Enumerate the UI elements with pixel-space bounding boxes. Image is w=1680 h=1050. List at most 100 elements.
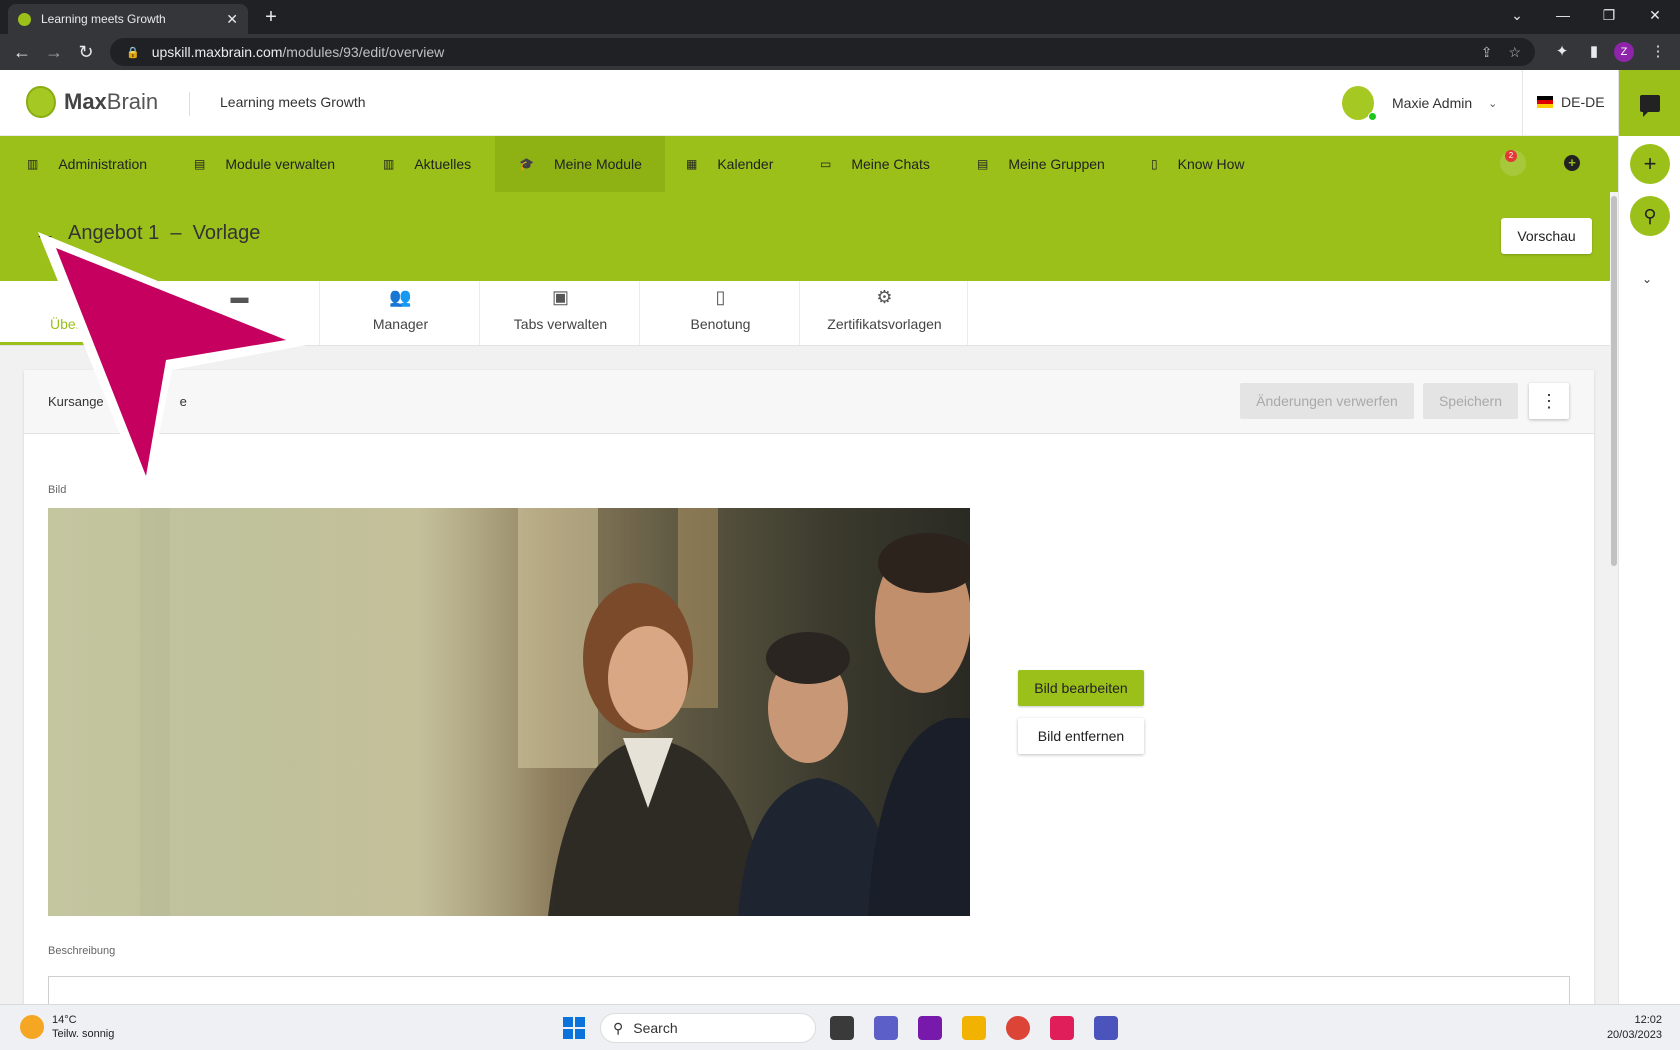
nav-item-label: Meine Gruppen xyxy=(1008,156,1105,172)
browser-tab-title: Learning meets Growth xyxy=(41,12,166,26)
nav-item-aktuelles[interactable]: ▥ Aktuelles xyxy=(383,136,471,192)
tab-zertifikatsvorlagen[interactable]: ⚙ Zertifikatsvorlagen xyxy=(802,281,968,345)
certificate-settings-icon: ⚙ xyxy=(876,287,893,307)
page-title-main: Angebot 1 xyxy=(68,222,160,244)
teams-icon[interactable] xyxy=(1094,1016,1118,1040)
windows-start-icon[interactable] xyxy=(563,1017,585,1039)
back-icon[interactable]: ← xyxy=(10,40,34,64)
preview-button[interactable]: Vorschau xyxy=(1501,218,1592,254)
add-button[interactable]: + xyxy=(1630,144,1670,184)
forward-icon[interactable]: → xyxy=(42,40,66,64)
reload-icon[interactable]: ↻ xyxy=(74,40,98,64)
share-icon[interactable]: ⇪ xyxy=(1481,44,1493,61)
tab-label: Zertifikatsvorlagen xyxy=(827,316,942,332)
maxbrain-logo[interactable]: MaxBrain xyxy=(26,86,158,118)
nav-item-label: Meine Chats xyxy=(851,156,930,172)
chrome-icon[interactable] xyxy=(1006,1016,1030,1040)
search-icon[interactable]: ⚲ xyxy=(1630,196,1670,236)
image-label: Bild xyxy=(48,484,67,496)
groups-icon: ▤ xyxy=(977,157,989,171)
profile-avatar[interactable]: Z xyxy=(1614,42,1634,62)
discard-changes-button[interactable]: Änderungen verwerfen xyxy=(1240,383,1414,419)
save-button[interactable]: Speichern xyxy=(1423,383,1518,419)
nav-item-module-verwalten[interactable]: ▤ Module verwalten xyxy=(194,136,335,192)
page-title-sub: Vorlage xyxy=(192,222,261,244)
language-divider xyxy=(1522,70,1523,136)
app-header: MaxBrain Learning meets Growth Maxie Adm… xyxy=(0,70,1618,136)
card-title: Kursange e xyxy=(48,394,187,409)
weather-widget[interactable]: 14°C Teilw. sonnig xyxy=(20,1013,114,1041)
teams-chat-icon[interactable] xyxy=(874,1016,898,1040)
tab-manager[interactable]: 👥 Manager xyxy=(322,281,480,345)
weather-text: 14°C Teilw. sonnig xyxy=(52,1013,114,1041)
new-tab-button[interactable]: + xyxy=(258,6,284,30)
address-bar[interactable]: 🔒 upskill.maxbrain.com/modules/93/edit/o… xyxy=(110,38,1535,66)
side-panel-icon[interactable]: ▮ xyxy=(1582,40,1606,64)
extensions-icon[interactable]: ✦ xyxy=(1550,40,1574,64)
nav-item-label: Kalender xyxy=(717,156,774,172)
edit-image-button[interactable]: Bild bearbeiten xyxy=(1018,670,1144,706)
right-action-rail: + ⚲ ⌄ xyxy=(1618,70,1680,1004)
tab-label: Benotung xyxy=(690,316,751,332)
description-label: Beschreibung xyxy=(48,945,116,957)
nav-item-know-how[interactable]: ▯ Know How xyxy=(1151,136,1245,192)
chevron-down-icon[interactable]: ⌄ xyxy=(1642,272,1652,286)
tab-tabs-verwalten[interactable]: ▣ Tabs verwalten xyxy=(482,281,640,345)
task-view-icon[interactable] xyxy=(830,1016,854,1040)
browser-tab[interactable]: Learning meets Growth ✕ xyxy=(8,4,248,34)
taskbar-search[interactable]: ⚲ Search xyxy=(600,1013,816,1043)
weather-condition: Teilw. sonnig xyxy=(52,1028,115,1040)
back-arrow-icon[interactable]: ← xyxy=(34,220,56,246)
online-status-dot xyxy=(1368,112,1377,121)
user-menu[interactable]: Maxie Admin ⌄ xyxy=(1342,86,1498,121)
remove-image-button[interactable]: Bild entfernen xyxy=(1018,718,1144,754)
nav-item-meine-module[interactable]: 🎓 Meine Module xyxy=(495,136,665,192)
close-tab-icon[interactable]: ✕ xyxy=(226,11,238,28)
tab-overview[interactable]: Über xyxy=(0,281,160,345)
nav-item-administration[interactable]: ▥ Administration xyxy=(27,136,161,192)
restore-window-button[interactable]: ❐ xyxy=(1586,0,1632,30)
tab-label: Über xyxy=(50,316,81,332)
temperature: 14°C xyxy=(52,1014,77,1026)
url-host: upskill.maxbrain.com xyxy=(151,44,283,60)
page-scrollbar-thumb[interactable] xyxy=(1611,196,1617,566)
language-switcher[interactable]: DE-DE xyxy=(1537,94,1605,110)
tab-files[interactable]: ▬ xyxy=(160,281,320,345)
close-window-button[interactable]: ✕ xyxy=(1632,0,1678,30)
folder-icon: ▬ xyxy=(230,287,249,307)
calendar-icon: ▦ xyxy=(686,157,698,171)
brain-logo-icon xyxy=(26,86,56,118)
tab-search-chevron-icon[interactable]: ⌄ xyxy=(1494,0,1540,30)
tab-benotung[interactable]: ▯ Benotung xyxy=(642,281,800,345)
card-title-start: Kursange xyxy=(48,394,104,409)
chevron-down-icon: ⌄ xyxy=(1488,97,1498,110)
page-title-separator: – xyxy=(170,222,182,244)
onenote-icon[interactable] xyxy=(918,1016,942,1040)
course-offer-card: Kursange e Änderungen verwerfen Speichern… xyxy=(24,370,1594,1016)
chat-bubble-icon xyxy=(1640,94,1660,117)
user-name: Maxie Admin xyxy=(1392,95,1473,111)
system-clock[interactable]: 12:02 20/03/2023 xyxy=(1607,1013,1662,1043)
add-circle-icon[interactable]: + xyxy=(1564,155,1580,171)
page-title: Angebot 1 – Vorlage xyxy=(68,222,260,245)
logo-text: MaxBrain xyxy=(64,89,158,115)
nav-item-meine-chats[interactable]: ▭ Meine Chats xyxy=(820,136,930,192)
logo-text-bold: Max xyxy=(64,89,107,114)
course-image xyxy=(48,508,970,916)
avatar xyxy=(1342,86,1377,121)
minimize-window-button[interactable]: — xyxy=(1540,0,1586,30)
chat-panel-button[interactable] xyxy=(1619,70,1680,136)
bookmark-star-icon[interactable]: ☆ xyxy=(1508,44,1521,61)
book-icon: ▯ xyxy=(1151,157,1158,171)
nav-item-kalender[interactable]: ▦ Kalender xyxy=(686,136,773,192)
slack-icon[interactable] xyxy=(1050,1016,1074,1040)
file-explorer-icon[interactable] xyxy=(962,1016,986,1040)
nav-item-label: Module verwalten xyxy=(225,156,336,172)
more-options-icon[interactable]: ⋮ xyxy=(1529,383,1569,419)
browser-menu-icon[interactable]: ⋮ xyxy=(1646,40,1670,64)
nav-item-meine-gruppen[interactable]: ▤ Meine Gruppen xyxy=(977,136,1105,192)
clock-date: 20/03/2023 xyxy=(1606,1029,1662,1041)
graduation-cap-icon: 🎓 xyxy=(519,157,534,171)
header-divider xyxy=(189,92,190,116)
browser-tab-strip: Learning meets Growth ✕ + ⌄ — ❐ ✕ xyxy=(0,0,1680,34)
